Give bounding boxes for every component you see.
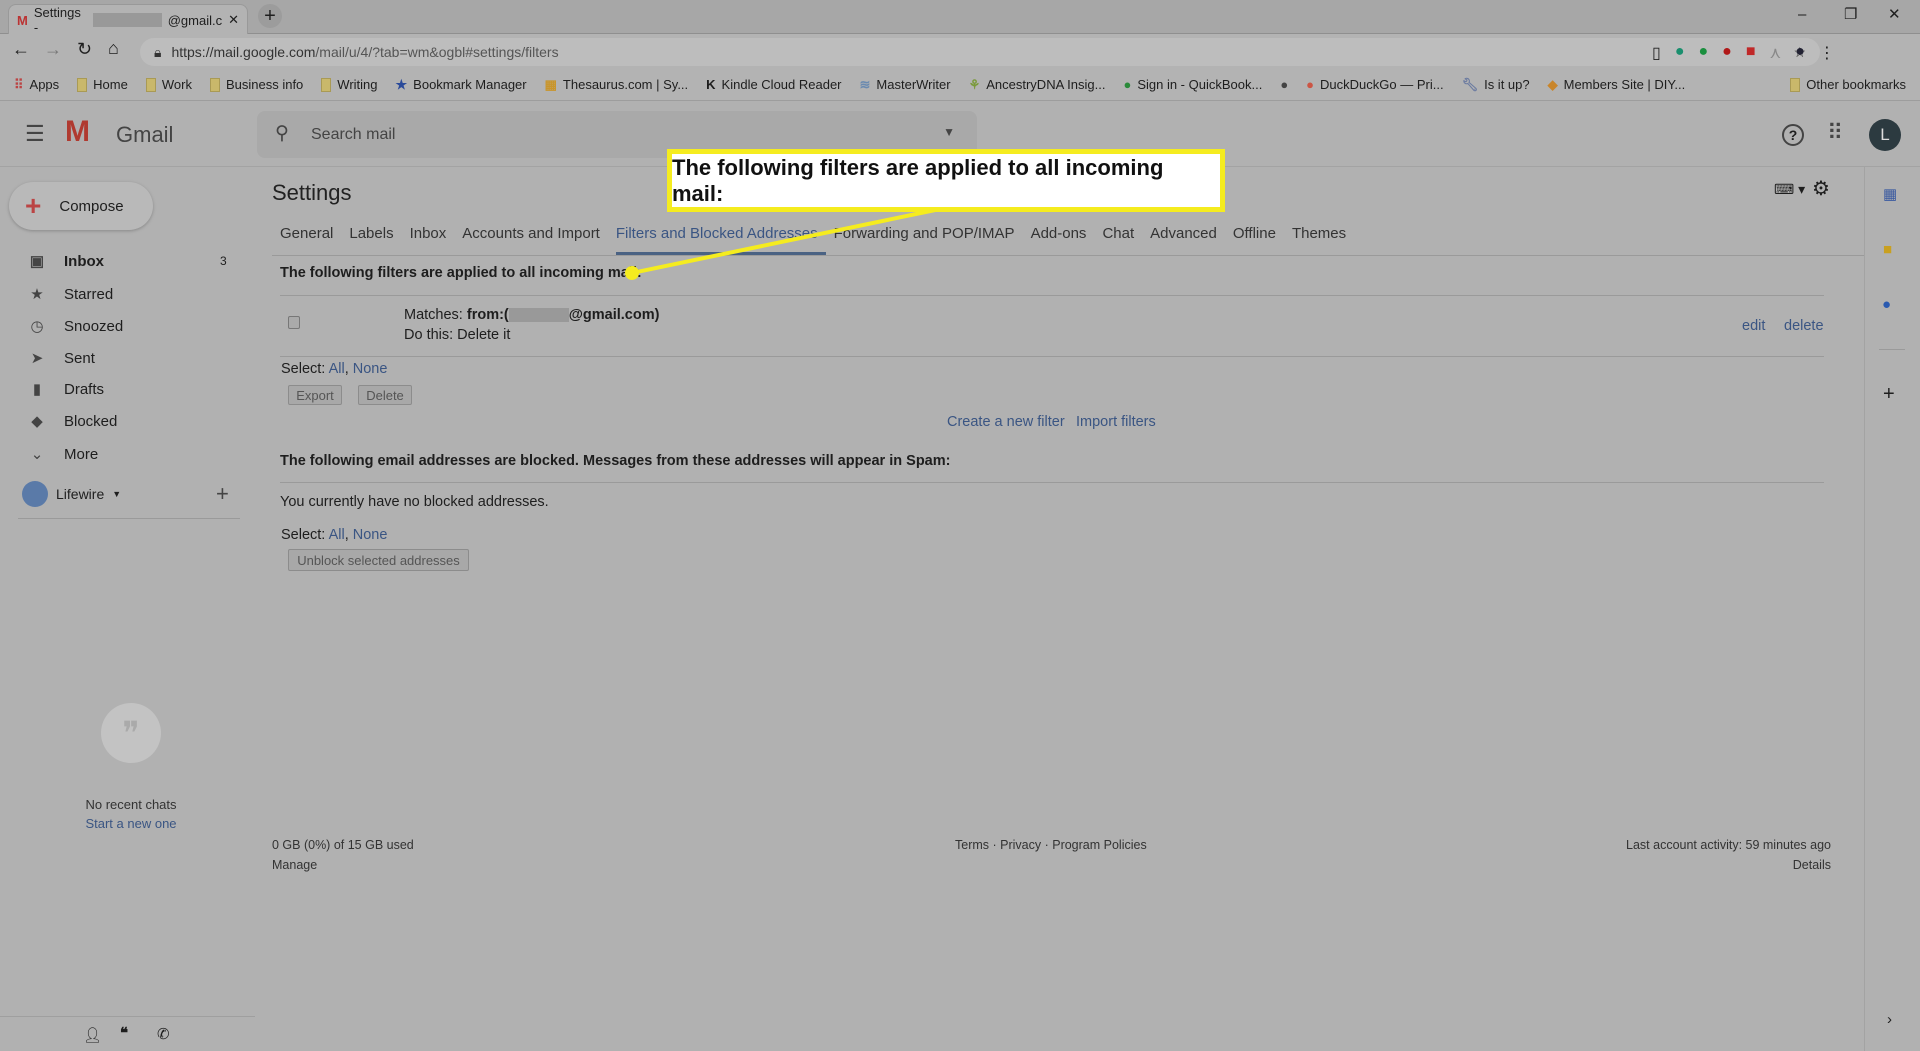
callout-line (631, 206, 946, 275)
callout-box: The following filters are applied to all… (667, 149, 1225, 212)
callout-dot (625, 266, 639, 280)
